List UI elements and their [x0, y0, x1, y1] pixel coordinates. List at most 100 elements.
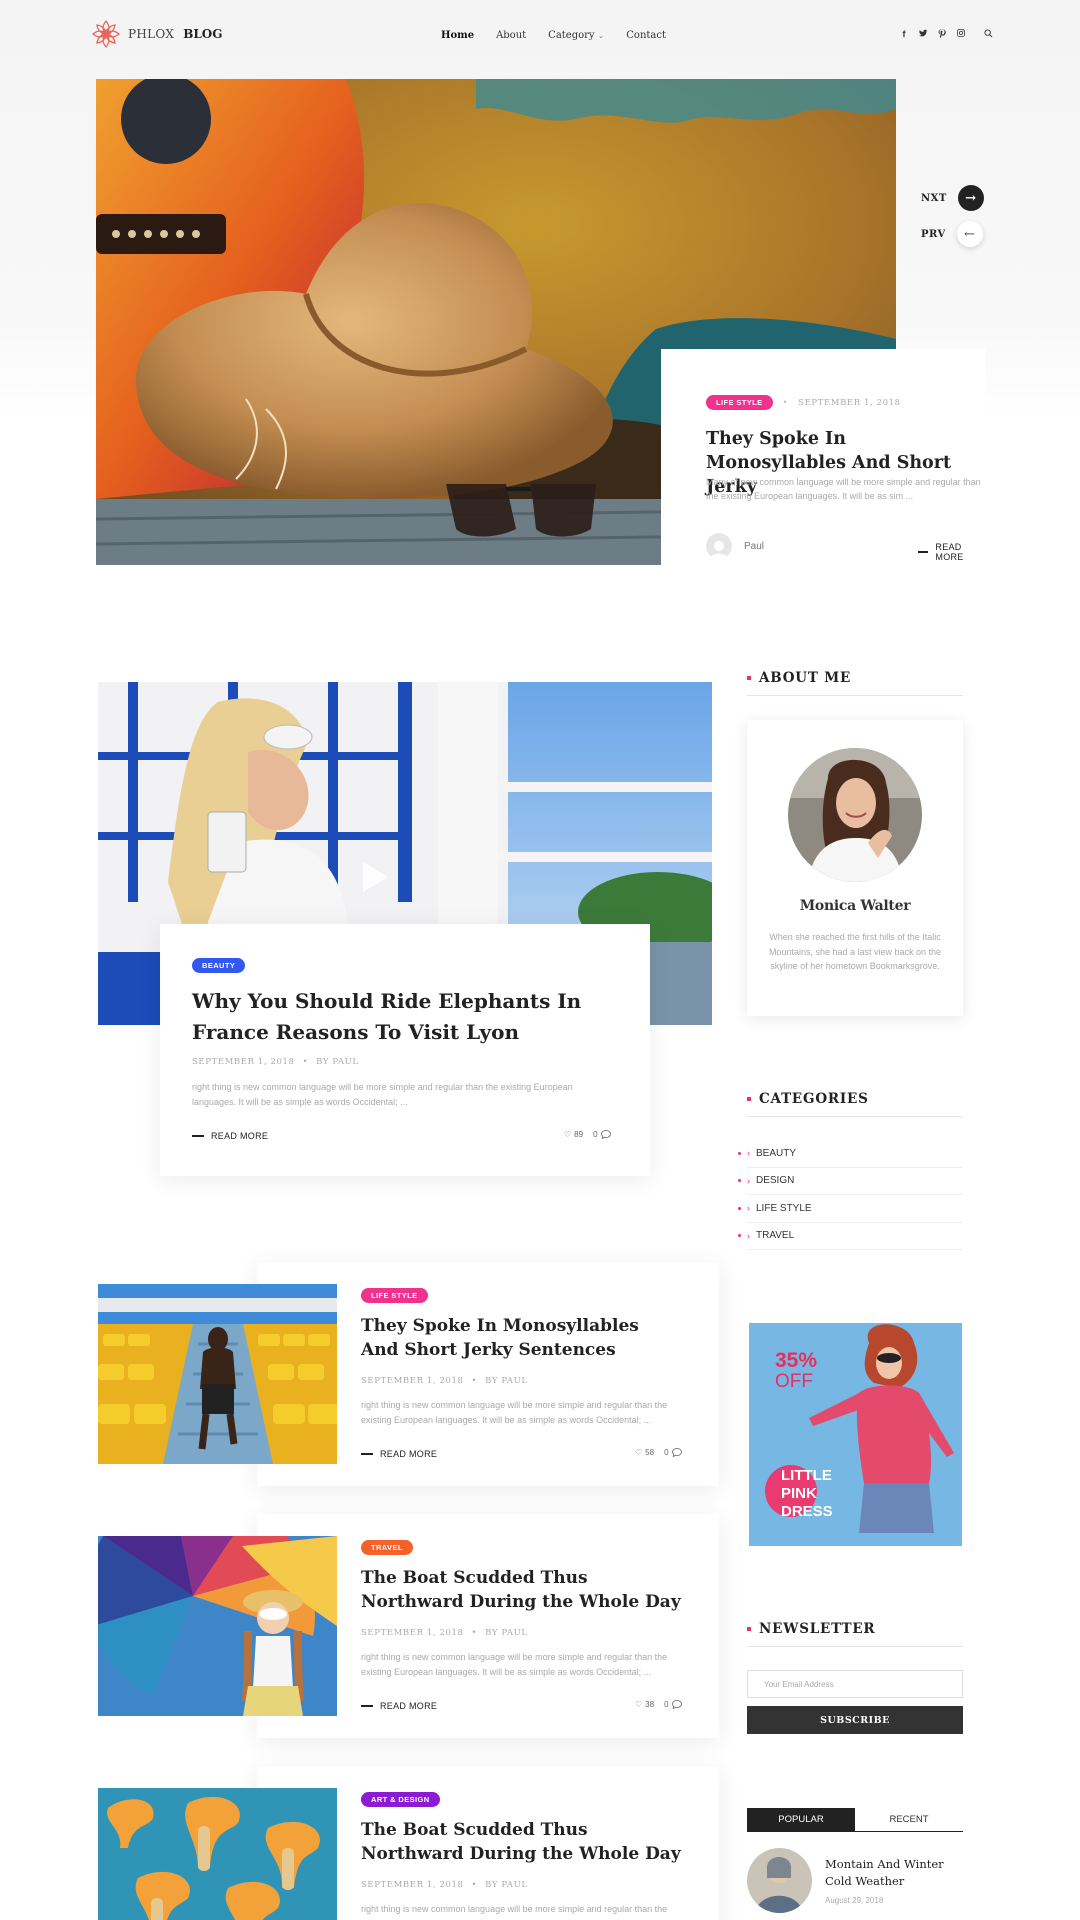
- nav-category[interactable]: Category ⌄: [548, 30, 604, 41]
- about-widget-title: ABOUT ME: [759, 670, 852, 686]
- ad-off: OFF: [775, 1371, 813, 1392]
- site-logo[interactable]: PHLOX BLOG: [90, 18, 222, 50]
- post-2-read-more[interactable]: READ MORE: [361, 1701, 437, 1711]
- post-1-date: SEPTEMBER 1, 2018: [361, 1376, 464, 1386]
- nav-about[interactable]: About: [496, 30, 526, 41]
- like-button[interactable]: ♡ 38: [635, 1700, 654, 1709]
- featured-date: SEPTEMBER 1, 2018: [192, 1057, 295, 1067]
- facebook-icon[interactable]: f: [900, 29, 908, 41]
- post-2-date: SEPTEMBER 1, 2018: [361, 1628, 464, 1638]
- post-1-category-badge[interactable]: LIFE STYLE: [361, 1288, 428, 1303]
- chevron-down-icon: ⌄: [597, 31, 605, 40]
- subscribe-button[interactable]: SUBSCRIBE: [747, 1706, 963, 1734]
- instagram-icon[interactable]: [957, 29, 965, 41]
- about-card: Monica Walter When she reached the first…: [747, 720, 963, 1016]
- post-3-date: SEPTEMBER 1, 2018: [361, 1880, 464, 1890]
- post-2-title[interactable]: The Boat Scudded Thus Northward During t…: [361, 1566, 681, 1614]
- featured-post-card: BEAUTY Why You Should Ride Elephants In …: [160, 924, 650, 1176]
- post-1-title[interactable]: They Spoke In Monosyllables And Short Je…: [361, 1314, 681, 1362]
- post-2-author[interactable]: BY PAUL: [485, 1628, 528, 1638]
- featured-category-badge[interactable]: BEAUTY: [192, 958, 246, 973]
- nav-contact[interactable]: Contact: [626, 30, 666, 41]
- featured-read-more[interactable]: READ MORE: [192, 1131, 268, 1141]
- like-count: 89: [574, 1130, 584, 1139]
- category-label: BEAUTY: [756, 1147, 797, 1159]
- ad-line-1: LITTLE: [781, 1467, 832, 1484]
- comment-count: 0: [664, 1700, 669, 1709]
- like-count: 38: [645, 1700, 655, 1709]
- categories-widget-heading: CATEGORIES: [747, 1091, 963, 1117]
- featured-title[interactable]: Why You Should Ride Elephants In France …: [192, 986, 632, 1048]
- comment-button[interactable]: 0: [664, 1448, 682, 1457]
- popular-post-title[interactable]: Montain And Winter Cold Weather: [825, 1856, 965, 1890]
- featured-author[interactable]: BY PAUL: [316, 1057, 359, 1067]
- post-tabs: POPULAR RECENT: [747, 1808, 963, 1832]
- hero-date: SEPTEMBER 1, 2018: [798, 397, 901, 408]
- nav-category-label: Category: [548, 30, 595, 41]
- post-3-title[interactable]: The Boat Scudded Thus Northward During t…: [361, 1818, 681, 1866]
- hero-author[interactable]: Paul: [744, 541, 764, 552]
- comment-button[interactable]: 0: [593, 1130, 611, 1139]
- like-button[interactable]: ♡ 89: [564, 1130, 583, 1139]
- about-avatar: [788, 748, 922, 882]
- post-1-read-more[interactable]: READ MORE: [361, 1449, 437, 1459]
- ad-banner[interactable]: 35% OFF LITTLE PINK DRESS: [749, 1323, 962, 1546]
- dash-icon: [361, 1705, 373, 1707]
- post-2-category-badge[interactable]: TRAVEL: [361, 1540, 413, 1555]
- post-2-read-more-label: READ MORE: [380, 1701, 438, 1711]
- twitter-icon[interactable]: [919, 29, 928, 41]
- post-2-image[interactable]: [98, 1536, 337, 1716]
- email-input[interactable]: Your Email Address: [747, 1670, 963, 1698]
- square-bullet-icon: [747, 676, 751, 680]
- dash-icon: [192, 1135, 204, 1137]
- comment-icon: [600, 1130, 611, 1139]
- post-3-category-badge[interactable]: ART & DESIGN: [361, 1792, 440, 1807]
- like-button[interactable]: ♡ 58: [635, 1448, 654, 1457]
- post-3-author[interactable]: BY PAUL: [485, 1880, 528, 1890]
- chevron-right-icon: ›: [747, 1148, 750, 1159]
- lotus-logo-icon: [91, 19, 121, 49]
- search-icon[interactable]: [984, 29, 993, 41]
- hero-read-more-label: READ MORE: [935, 542, 964, 562]
- nav-home[interactable]: Home: [441, 30, 474, 41]
- prev-slide-control[interactable]: PRV ←: [921, 221, 983, 247]
- post-1-author[interactable]: BY PAUL: [485, 1376, 528, 1386]
- ad-percent: 35%: [775, 1349, 818, 1372]
- logo-text-bold: BLOG: [183, 27, 223, 41]
- hero-read-more[interactable]: READ MORE: [918, 542, 985, 562]
- comment-count: 0: [593, 1130, 598, 1139]
- about-widget-heading: ABOUT ME: [747, 670, 963, 696]
- heart-icon: ♡: [635, 1700, 643, 1709]
- ad-line-2: PINK: [781, 1485, 817, 1502]
- dash-icon: [918, 551, 929, 553]
- pinterest-icon[interactable]: [938, 29, 946, 41]
- comment-button[interactable]: 0: [664, 1700, 682, 1709]
- heart-icon: ♡: [564, 1130, 572, 1139]
- next-slide-control[interactable]: NXT →: [921, 185, 984, 211]
- author-avatar: [706, 533, 732, 559]
- popular-post-thumbnail[interactable]: [747, 1848, 812, 1913]
- square-bullet-icon: [747, 1097, 751, 1101]
- category-item-life-style[interactable]: › LIFE STYLE: [738, 1195, 963, 1223]
- social-links: f: [900, 29, 993, 41]
- ad-line-3: DRESS: [781, 1503, 833, 1520]
- arrow-left-icon[interactable]: ←: [956, 221, 983, 247]
- featured-excerpt: right thing is new common language will …: [192, 1082, 573, 1107]
- post-1-excerpt: right thing is new common language will …: [361, 1400, 668, 1425]
- comment-icon: [671, 1700, 682, 1709]
- post-3-image[interactable]: [98, 1788, 337, 1920]
- category-item-design[interactable]: › DESIGN: [738, 1168, 963, 1195]
- post-1-image[interactable]: [98, 1284, 337, 1464]
- dash-icon: [361, 1453, 373, 1455]
- heart-icon: ♡: [635, 1448, 643, 1457]
- category-item-travel[interactable]: › TRAVEL: [738, 1223, 963, 1250]
- category-item-beauty[interactable]: › BEAUTY: [738, 1140, 963, 1168]
- category-list: › BEAUTY › DESIGN › LIFE STYLE › TRAVEL: [738, 1140, 963, 1250]
- square-bullet-icon: [747, 1627, 751, 1631]
- hero-category-badge[interactable]: LIFE STYLE: [706, 395, 773, 410]
- arrow-right-icon[interactable]: →: [957, 185, 984, 211]
- tab-popular[interactable]: POPULAR: [747, 1808, 855, 1831]
- about-name: Monica Walter: [799, 898, 911, 914]
- tab-recent[interactable]: RECENT: [855, 1808, 963, 1831]
- comment-icon: [671, 1448, 682, 1457]
